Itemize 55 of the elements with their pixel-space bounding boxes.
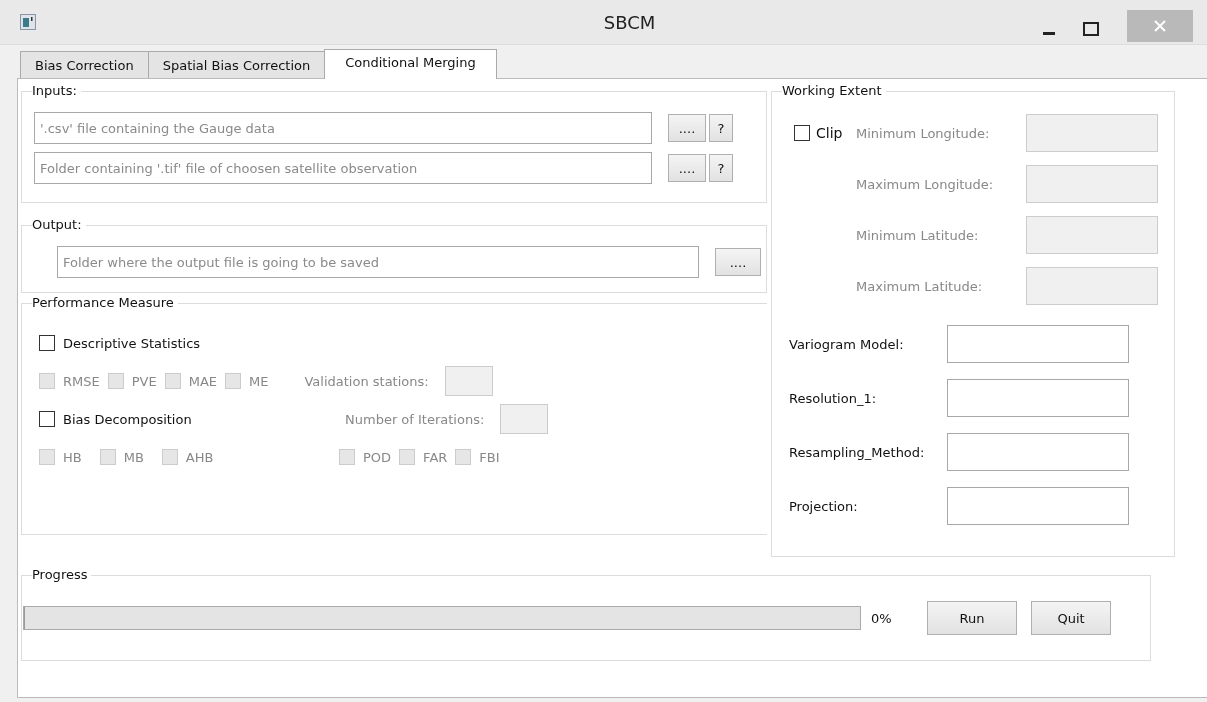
- field-label: Projection:: [789, 498, 859, 514]
- checkbox-label: MAE: [188, 373, 217, 389]
- tab[interactable]: Spatial Bias Correction: [147, 51, 326, 78]
- browse-button[interactable]: ....: [668, 114, 706, 142]
- tab[interactable]: Bias Correction: [20, 51, 149, 78]
- tab[interactable]: Conditional Merging: [324, 49, 497, 79]
- close-icon: [1153, 19, 1167, 33]
- group-title: Inputs:: [32, 83, 81, 98]
- checkbox-label: MB: [123, 449, 144, 465]
- field-label: Minimum Latitude:: [856, 227, 980, 243]
- input-field[interactable]: [947, 487, 1129, 525]
- checkbox[interactable]: [794, 125, 810, 141]
- checkbox-label: Clip: [816, 125, 843, 141]
- checkbox[interactable]: [39, 335, 55, 351]
- checkbox-label: POD: [363, 449, 392, 465]
- app-icon: [20, 14, 36, 30]
- group-title: Working Extent: [782, 83, 886, 98]
- checkbox[interactable]: [39, 411, 55, 427]
- field-label: Resampling_Method:: [789, 444, 926, 460]
- browse-button[interactable]: ....: [668, 154, 706, 182]
- checkbox-label: RMSE: [63, 373, 100, 389]
- progress-reading: 0%: [871, 610, 893, 626]
- input-field[interactable]: [947, 379, 1129, 417]
- help-button[interactable]: ?: [709, 114, 733, 142]
- field-label: Variogram Model:: [789, 336, 905, 352]
- checkbox-label: HB: [63, 449, 82, 465]
- help-button[interactable]: ?: [709, 154, 733, 182]
- field-label: Maximum Longitude:: [856, 176, 995, 192]
- checkbox-label: FAR: [423, 449, 448, 465]
- action-button[interactable]: Quit: [1031, 601, 1111, 635]
- browse-button[interactable]: ....: [715, 248, 761, 276]
- field-label: Number of Iterations:: [345, 411, 485, 427]
- group-title: Performance Measure: [32, 295, 178, 310]
- input-field[interactable]: [947, 433, 1129, 471]
- group-title: Progress: [32, 567, 92, 582]
- checkbox-label: PVE: [131, 373, 157, 389]
- field-label: Validation stations:: [304, 373, 429, 389]
- input-field[interactable]: [947, 325, 1129, 363]
- action-button[interactable]: Run: [927, 601, 1017, 635]
- close-button[interactable]: [1127, 10, 1193, 42]
- checkbox-label: Bias Decomposition: [63, 411, 193, 427]
- checkbox-label: FBI: [479, 449, 500, 465]
- window-title: SBCM: [602, 11, 657, 33]
- field-label: Maximum Latitude:: [856, 278, 984, 294]
- checkbox-label: Descriptive Statistics: [63, 335, 201, 351]
- group-title: Output:: [32, 217, 86, 232]
- input-field[interactable]: Folder containing '.tif' file of choosen satellite observation: [34, 152, 652, 184]
- input-field[interactable]: Folder where the output file is going to be saved: [57, 246, 699, 278]
- minimize-icon[interactable]: [1043, 32, 1055, 36]
- checkbox-label: AHB: [185, 449, 214, 465]
- maximize-icon[interactable]: [1083, 22, 1099, 36]
- field-label: Minimum Longitude:: [856, 125, 991, 141]
- input-field[interactable]: '.csv' file containing the Gauge data: [34, 112, 652, 144]
- checkbox-label: ME: [249, 373, 269, 389]
- field-label: Resolution_1:: [789, 390, 878, 406]
